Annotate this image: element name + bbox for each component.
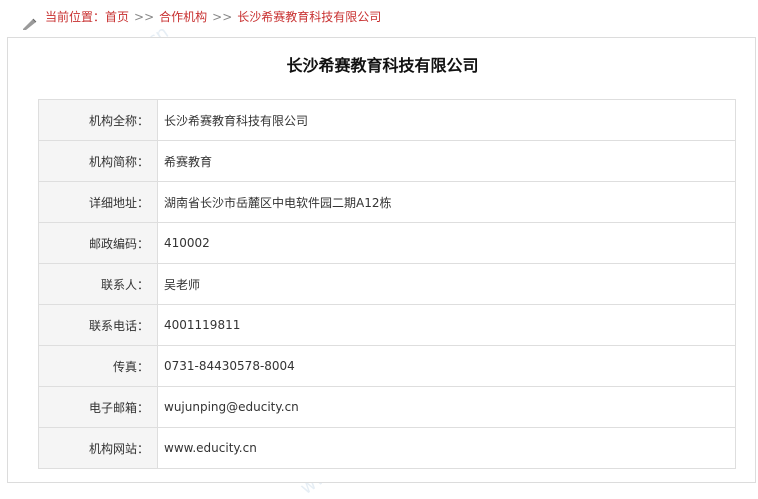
breadcrumb-separator: >> <box>212 10 233 24</box>
field-label: 联系电话： <box>38 304 158 346</box>
page-title: 长沙希赛教育科技有限公司 <box>286 56 479 75</box>
table-row: 联系电话： 4001119811 <box>38 304 736 346</box>
field-label: 邮政编码： <box>38 222 158 264</box>
field-label: 机构全称： <box>38 99 158 141</box>
table-row: 传真： 0731-84430578-8004 <box>38 345 736 387</box>
org-info-table: 机构全称： 长沙希赛教育科技有限公司 机构简称： 希赛教育 详细地址： 湖南省长… <box>38 99 736 469</box>
field-label: 机构简称： <box>38 140 158 182</box>
pencil-icon <box>22 10 38 30</box>
field-value: 长沙希赛教育科技有限公司 <box>157 99 736 141</box>
field-label: 传真： <box>38 345 158 387</box>
table-row: 机构简称： 希赛教育 <box>38 140 736 182</box>
breadcrumb-home-link[interactable]: 首页 <box>105 10 129 24</box>
field-value: 湖南省长沙市岳麓区中电软件园二期A12栋 <box>157 181 736 223</box>
breadcrumb: 当前位置：首页 >> 合作机构 >> 长沙希赛教育科技有限公司 <box>0 0 758 34</box>
content-panel: 长沙希赛教育科技有限公司 机构全称： 长沙希赛教育科技有限公司 机构简称： 希赛… <box>7 37 756 483</box>
table-row: 电子邮箱： wujunping@educity.cn <box>38 386 736 428</box>
breadcrumb-separator: >> <box>134 10 155 24</box>
breadcrumb-section-link[interactable]: 合作机构 <box>159 10 207 24</box>
table-row: 联系人： 吴老师 <box>38 263 736 305</box>
field-value: 410002 <box>157 222 736 264</box>
field-label: 联系人： <box>38 263 158 305</box>
table-row: 邮政编码： 410002 <box>38 222 736 264</box>
field-label: 详细地址： <box>38 181 158 223</box>
field-label: 电子邮箱： <box>38 386 158 428</box>
table-row: 机构网站： www.educity.cn <box>38 427 736 469</box>
breadcrumb-prefix: 当前位置： <box>45 10 106 24</box>
field-value: 希赛教育 <box>157 140 736 182</box>
field-label: 机构网站： <box>38 427 158 469</box>
field-value: 0731-84430578-8004 <box>157 345 736 387</box>
email-link[interactable]: wujunping@educity.cn <box>157 386 736 428</box>
breadcrumb-current: 长沙希赛教育科技有限公司 <box>237 10 382 24</box>
website-link[interactable]: www.educity.cn <box>157 427 736 469</box>
table-row: 机构全称： 长沙希赛教育科技有限公司 <box>38 99 736 141</box>
table-row: 详细地址： 湖南省长沙市岳麓区中电软件园二期A12栋 <box>38 181 736 223</box>
field-value: 吴老师 <box>157 263 736 305</box>
field-value: 4001119811 <box>157 304 736 346</box>
